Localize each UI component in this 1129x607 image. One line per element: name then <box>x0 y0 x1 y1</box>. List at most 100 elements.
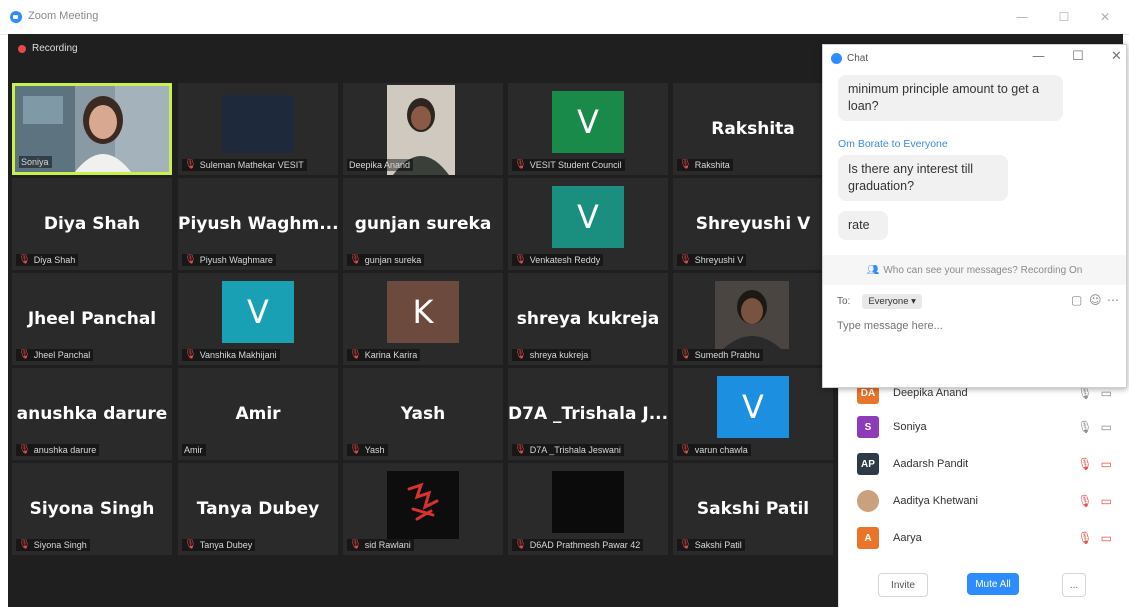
participant-name: Karina Karira <box>364 350 418 360</box>
more-icon[interactable]: ⋯ <box>1107 293 1119 307</box>
participant-label: 🎙︎ D7A _Trishala Jeswani <box>512 444 624 456</box>
mute-all-button[interactable]: Mute All <box>967 573 1019 595</box>
video-tile[interactable]: 🎙︎ Suleman Mathekar VESIT <box>178 83 338 175</box>
title-bar: Zoom Meeting — ☐ ✕ <box>0 0 1129 35</box>
chat-close-button[interactable]: ✕ <box>1111 49 1122 64</box>
video-tile[interactable]: Tanya Dubey 🎙︎ Tanya Dubey <box>178 463 338 555</box>
more-options-button[interactable]: ... <box>1062 573 1086 597</box>
message-visibility-info[interactable]: 👥︎ Who can see your messages? Recording … <box>823 255 1126 285</box>
participant-label: 🎙︎ Diya Shah <box>16 254 79 266</box>
chat-message: Is there any interest till graduation? <box>838 155 1008 201</box>
participant-name: Rakshita <box>694 160 730 170</box>
window-title: Zoom Meeting <box>28 10 99 22</box>
file-icon[interactable]: ▢ <box>1071 293 1082 307</box>
chat-message-input[interactable] <box>837 320 1107 332</box>
participant-avatar: V <box>222 281 294 343</box>
participant-name: sid Rawlani <box>364 540 411 550</box>
participant-row[interactable]: S Soniya 🎙︎ ▭ <box>857 414 1112 440</box>
participant-name: shreya kukreja <box>529 350 589 360</box>
participant-name: varun chawla <box>694 445 748 455</box>
mic-muted-icon[interactable]: 🎙︎ <box>1077 457 1092 471</box>
tile-name: Amir <box>235 404 281 424</box>
video-tile[interactable]: anushka darure 🎙︎ anushka darure <box>12 368 172 460</box>
video-tile[interactable]: V 🎙︎ varun chawla <box>673 368 833 460</box>
video-tile[interactable]: D7A _Trishala J... 🎙︎ D7A _Trishala Jesw… <box>508 368 668 460</box>
mic-muted-icon: 🎙︎ <box>184 254 197 265</box>
participant-name: Amir <box>184 445 203 455</box>
video-tile[interactable]: Soniya <box>12 83 172 175</box>
chat-maximize-button[interactable]: ☐ <box>1072 49 1084 64</box>
close-button[interactable]: ✕ <box>1093 6 1117 28</box>
mic-muted-icon: 🎙︎ <box>18 349 31 360</box>
minimize-button[interactable]: — <box>1010 6 1034 28</box>
video-tile[interactable]: Rakshita 🎙︎ Rakshita <box>673 83 833 175</box>
participant-name: Venkatesh Reddy <box>529 255 601 265</box>
participant-avatar: V <box>717 376 789 438</box>
participant-row[interactable]: A Aarya 🎙︎ ▭ <box>857 525 1112 551</box>
participant-name: Aarya <box>893 532 922 544</box>
mic-muted-icon: 🎙︎ <box>18 539 31 550</box>
participant-label: 🎙︎ gunjan sureka <box>347 254 425 266</box>
participant-label: 🎙︎ sid Rawlani <box>347 539 414 551</box>
emoji-icon[interactable]: ☺ <box>1089 293 1102 307</box>
maximize-button[interactable]: ☐ <box>1052 6 1076 28</box>
video-tile[interactable]: V 🎙︎ Vanshika Makhijani <box>178 273 338 365</box>
tile-name: Siyona Singh <box>29 499 155 519</box>
participant-name: Vanshika Makhijani <box>199 350 277 360</box>
participant-label: 🎙︎ Siyona Singh <box>16 539 90 551</box>
recording-indicator[interactable]: Recording <box>18 43 78 54</box>
video-tile[interactable]: Deepika Anand <box>343 83 503 175</box>
mic-icon[interactable]: 🎙︎ <box>1077 386 1092 400</box>
video-tile[interactable]: K 🎙︎ Karina Karira <box>343 273 503 365</box>
mic-muted-icon: 🎙︎ <box>349 444 362 455</box>
video-tile[interactable]: Siyona Singh 🎙︎ Siyona Singh <box>12 463 172 555</box>
video-tile[interactable]: V 🎙︎ VESIT Student Council <box>508 83 668 175</box>
participant-name: Deepika Anand <box>349 160 411 170</box>
video-tile[interactable]: Sakshi Patil 🎙︎ Sakshi Patil <box>673 463 833 555</box>
video-tile[interactable]: Shreyushi V 🎙︎ Shreyushi V <box>673 178 833 270</box>
chat-minimize-button[interactable]: — <box>1032 49 1045 64</box>
video-tile[interactable]: gunjan sureka 🎙︎ gunjan sureka <box>343 178 503 270</box>
video-tile[interactable]: Piyush Waghm... 🎙︎ Piyush Waghmare <box>178 178 338 270</box>
video-off-icon[interactable]: ▭ <box>1101 457 1112 471</box>
video-off-icon[interactable]: ▭ <box>1101 531 1112 545</box>
video-tile[interactable]: 🎙︎ Sumedh Prabhu <box>673 273 833 365</box>
video-camera-icon[interactable]: ▭ <box>1101 420 1112 434</box>
video-tile[interactable]: V 🎙︎ Venkatesh Reddy <box>508 178 668 270</box>
mic-muted-icon[interactable]: 🎙︎ <box>1077 531 1092 545</box>
participant-label: 🎙︎ Piyush Waghmare <box>182 254 276 266</box>
video-camera-icon[interactable]: ▭ <box>1101 386 1112 400</box>
video-tile[interactable]: shreya kukreja 🎙︎ shreya kukreja <box>508 273 668 365</box>
participant-row[interactable]: AP Aadarsh Pandit 🎙︎ ▭ <box>857 451 1112 477</box>
tile-name: Diya Shah <box>43 214 141 234</box>
video-tile[interactable]: 🎙︎ D6AD Prathmesh Pawar 42 <box>508 463 668 555</box>
video-tile[interactable]: Jheel Panchal 🎙︎ Jheel Panchal <box>12 273 172 365</box>
video-tile[interactable]: Amir Amir <box>178 368 338 460</box>
tile-name: Tanya Dubey <box>196 499 320 519</box>
participant-label: 🎙︎ Jheel Panchal <box>16 349 94 361</box>
mic-muted-icon: 🎙︎ <box>514 159 527 170</box>
participant-label: Soniya <box>19 156 52 168</box>
recipient-dropdown[interactable]: Everyone ▾ <box>862 294 922 309</box>
mic-muted-icon: 🎙︎ <box>349 254 362 265</box>
chat-window: Chat — ☐ ✕ minimum principle amount to g… <box>822 44 1127 388</box>
participant-label: 🎙︎ Sumedh Prabhu <box>677 349 763 361</box>
participant-name: Soniya <box>21 157 49 167</box>
recording-dot-icon <box>18 44 26 53</box>
video-tile[interactable]: Diya Shah 🎙︎ Diya Shah <box>12 178 172 270</box>
participant-label: 🎙︎ Suleman Mathekar VESIT <box>182 159 307 171</box>
invite-button[interactable]: Invite <box>878 573 928 597</box>
mic-muted-icon: 🎙︎ <box>679 159 692 170</box>
chat-sender: Om Borate to Everyone <box>838 138 948 150</box>
to-label: To: <box>837 296 851 307</box>
participant-label: 🎙︎ VESIT Student Council <box>512 159 625 171</box>
video-off-icon[interactable]: ▭ <box>1101 494 1112 508</box>
visibility-text: Who can see your messages? Recording On <box>883 264 1083 276</box>
video-tile[interactable]: 🎙︎ sid Rawlani <box>343 463 503 555</box>
mic-muted-icon[interactable]: 🎙︎ <box>1077 494 1092 508</box>
chat-message: minimum principle amount to get a loan? <box>838 75 1063 121</box>
participant-name: D6AD Prathmesh Pawar 42 <box>529 540 641 550</box>
participant-row[interactable]: Aaditya Khetwani 🎙︎ ▭ <box>857 488 1112 514</box>
video-tile[interactable]: Yash 🎙︎ Yash <box>343 368 503 460</box>
mic-icon[interactable]: 🎙︎ <box>1077 420 1092 434</box>
